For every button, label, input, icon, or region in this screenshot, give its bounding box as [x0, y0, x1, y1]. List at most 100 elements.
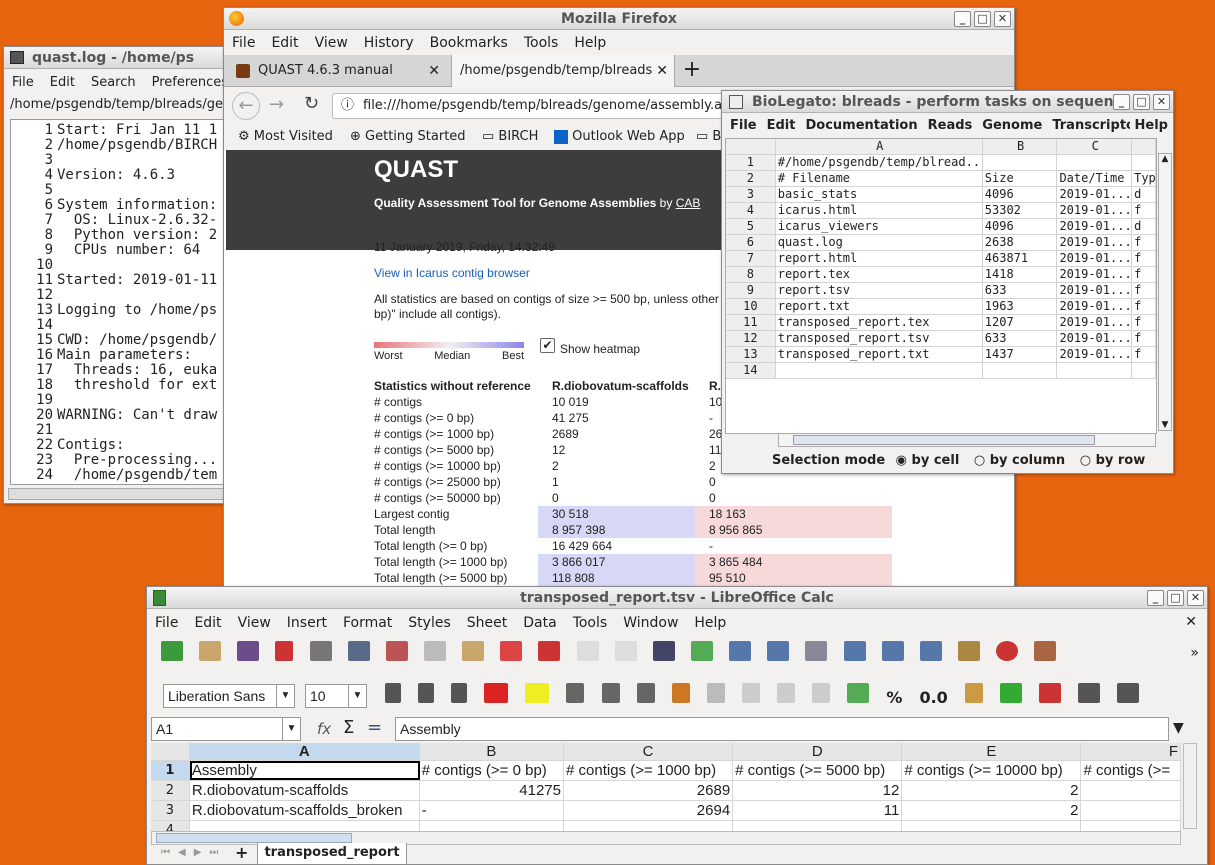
chevron-down-icon[interactable]: ▼ — [282, 718, 300, 740]
clone-formatting-icon[interactable] — [500, 641, 523, 661]
calc-menu-styles[interactable]: Styles — [400, 615, 458, 631]
ff-menu-history[interactable]: History — [356, 35, 422, 51]
cell[interactable]: 41275 — [420, 781, 564, 800]
tab-quast-manual[interactable]: QUAST 4.6.3 manual ✕ — [228, 57, 448, 85]
bl-table-row[interactable]: 3 basic_stats 4096 2019-01... d — [726, 187, 1156, 203]
sheet-nav-arrows[interactable]: ⏮◀▶⏭ — [161, 847, 226, 858]
bl-table-row[interactable]: 7 report.html 463871 2019-01... f — [726, 251, 1156, 267]
maximize-button[interactable]: □ — [1133, 94, 1150, 110]
bl-vscrollbar[interactable]: ▲ ▼ — [1158, 153, 1172, 431]
toolbar-more-icon[interactable]: » — [1190, 645, 1199, 661]
align-right-icon[interactable] — [636, 683, 655, 703]
bl-cell[interactable]: d — [1132, 187, 1156, 202]
cell[interactable]: # contigs (>= 10000 bp) — [902, 761, 1082, 780]
increase-indent-icon[interactable] — [1078, 683, 1101, 703]
ff-menu-view[interactable]: View — [307, 35, 356, 51]
sort-icon[interactable] — [805, 641, 828, 661]
bl-table-row[interactable]: 6 quast.log 2638 2019-01... f — [726, 235, 1156, 251]
merge-cells-icon[interactable] — [706, 683, 725, 703]
bl-table-row[interactable]: 12 transposed_report.tsv 633 2019-01... f — [726, 331, 1156, 347]
align-center-icon[interactable] — [601, 683, 620, 703]
calc-titlebar[interactable]: transposed_report.tsv - LibreOffice Calc… — [147, 587, 1207, 609]
spellcheck-icon[interactable] — [690, 641, 713, 661]
copy-icon[interactable] — [423, 641, 446, 661]
cell[interactable]: # contigs (>= — [1081, 761, 1181, 780]
cell[interactable]: 2694 — [564, 801, 734, 820]
bl-cell[interactable]: report.txt — [776, 299, 983, 314]
paste-icon[interactable] — [462, 641, 485, 661]
calc-menu-format[interactable]: Format — [335, 615, 400, 631]
autofilter-icon[interactable] — [919, 641, 942, 661]
row-icon[interactable] — [729, 641, 752, 661]
sort-descending-icon[interactable] — [843, 641, 866, 661]
close-button[interactable]: ✕ — [1153, 94, 1170, 110]
expand-formula-icon[interactable]: ▼ — [1173, 720, 1184, 736]
radio-by-column[interactable]: ○ by column — [974, 453, 1065, 468]
bl-cell[interactable] — [1057, 155, 1133, 170]
bl-cell[interactable]: basic_stats — [776, 187, 983, 202]
cell[interactable]: - — [420, 801, 564, 820]
row-header[interactable]: 3 — [151, 801, 190, 820]
bl-cell[interactable]: 2019-01... — [1057, 267, 1133, 282]
italic-icon[interactable] — [418, 683, 435, 703]
bookmark-more[interactable]: ▭ B — [696, 124, 721, 150]
ff-menu-edit[interactable]: Edit — [263, 35, 306, 51]
minimize-button[interactable]: _ — [954, 11, 971, 27]
align-bottom-icon[interactable] — [812, 683, 831, 703]
bl-cell[interactable]: 2019-01... — [1057, 299, 1133, 314]
save-icon[interactable] — [237, 641, 260, 661]
export-pdf-icon[interactable] — [275, 641, 294, 661]
decrease-indent-icon[interactable] — [1117, 683, 1140, 703]
minimize-button[interactable]: _ — [1113, 94, 1130, 110]
bl-cell[interactable]: f — [1132, 203, 1156, 218]
icarus-link[interactable]: View in Icarus contig browser — [374, 266, 530, 280]
bl-cell[interactable]: 633 — [983, 283, 1058, 298]
bl-cell[interactable]: 2019-01... — [1057, 347, 1133, 362]
bl-cell[interactable]: transposed_report.txt — [776, 347, 983, 362]
undo-icon[interactable] — [576, 641, 599, 661]
bl-cell[interactable]: 1437 — [983, 347, 1058, 362]
bl-col-a[interactable]: A — [776, 139, 983, 154]
doc-close-icon[interactable]: ✕ — [1185, 614, 1197, 630]
bl-cell[interactable]: 2019-01... — [1057, 251, 1133, 266]
bl-cell[interactable]: 463871 — [983, 251, 1058, 266]
bl-cell[interactable]: 2019-01... — [1057, 331, 1133, 346]
column-header-d[interactable]: D — [733, 743, 903, 760]
ff-menu-file[interactable]: File — [224, 35, 263, 51]
cell[interactable]: 11 — [733, 801, 903, 820]
bookmark-getting-started[interactable]: ⊕ Getting Started — [350, 124, 466, 150]
bl-cell[interactable]: icarus_viewers — [776, 219, 983, 234]
bl-cell[interactable]: quast.log — [776, 235, 983, 250]
bl-hscrollbar[interactable] — [778, 433, 1156, 447]
hscroll-thumb[interactable] — [156, 833, 352, 843]
bl-cell[interactable]: Typ — [1132, 171, 1156, 186]
bl-cell[interactable]: transposed_report.tsv — [776, 331, 983, 346]
bl-cell[interactable]: 2019-01... — [1057, 219, 1133, 234]
bl-table-row[interactable]: 14 — [726, 363, 1156, 379]
calc-menu-window[interactable]: Window — [615, 615, 686, 631]
image-icon[interactable] — [957, 641, 980, 661]
bl-cell[interactable]: report.html — [776, 251, 983, 266]
bold-icon[interactable] — [385, 683, 401, 703]
cell[interactable] — [1081, 781, 1181, 800]
bl-cell[interactable] — [983, 363, 1058, 378]
number-format-zero[interactable]: 0.0 — [919, 688, 947, 707]
column-header-c[interactable]: C — [564, 743, 734, 760]
bl-table-row[interactable]: 2 # Filename Size Date/Time Typ — [726, 171, 1156, 187]
calc-menu-view[interactable]: View — [230, 615, 279, 631]
log-text-area[interactable]: 1 Start: Fri Jan 11 1 2/home/psgendb/BIRCH… — [10, 119, 232, 485]
print-preview-icon[interactable] — [347, 641, 370, 661]
cell[interactable]: # contigs (>= 1000 bp) — [564, 761, 734, 780]
bl-menu-documentation[interactable]: Documentation — [800, 118, 922, 133]
bl-cell[interactable]: 53302 — [983, 203, 1058, 218]
cab-link[interactable]: CAB — [676, 196, 701, 210]
column-header-f[interactable]: F — [1081, 743, 1181, 760]
calc-menu-sheet[interactable]: Sheet — [459, 615, 515, 631]
bl-cell[interactable]: 2019-01... — [1057, 315, 1133, 330]
cell[interactable]: R.diobovatum-scaffolds — [190, 781, 420, 800]
row-header[interactable]: 2 — [151, 781, 190, 800]
row-header[interactable]: 1 — [151, 761, 190, 780]
currency-icon[interactable] — [847, 683, 870, 703]
bl-table-row[interactable]: 9 report.tsv 633 2019-01... f — [726, 283, 1156, 299]
cell[interactable] — [1081, 821, 1181, 831]
